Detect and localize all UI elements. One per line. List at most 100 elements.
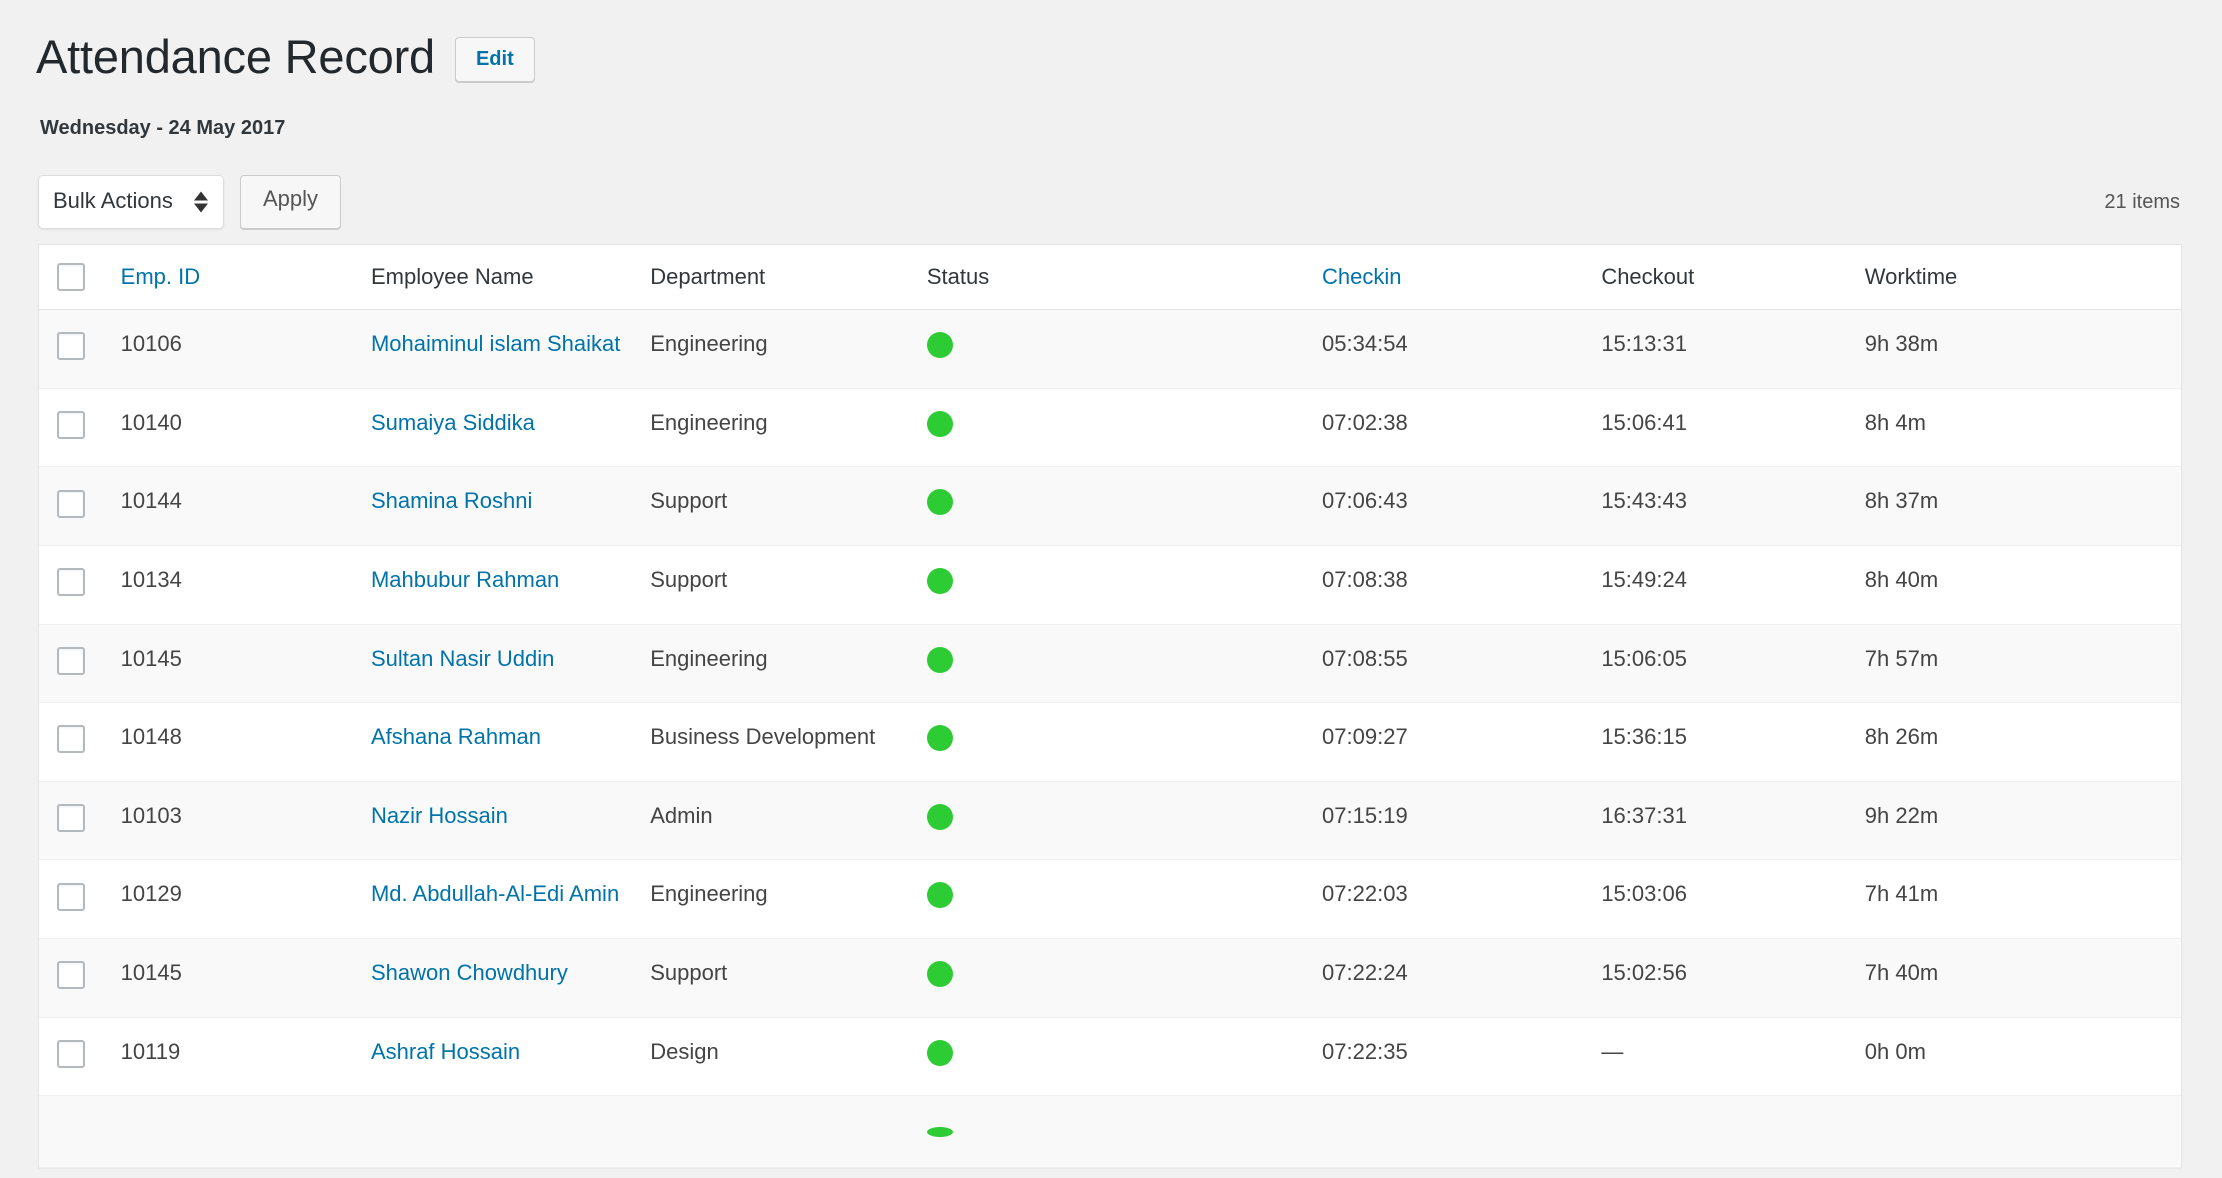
cell-checkout: 15:49:24 [1601, 545, 1865, 625]
cell-department: Support [650, 938, 927, 1018]
row-select-cell [39, 309, 121, 389]
cell-department: Design [650, 1017, 927, 1097]
cell-checkout: — [1601, 1017, 1865, 1097]
row-checkbox[interactable] [57, 961, 85, 990]
cell-department: Admin [650, 781, 927, 861]
cell-employee-name: Mohaiminul islam Shaikat [370, 309, 651, 389]
cell-department: Engineering [650, 309, 927, 389]
cell-worktime: 9h 38m [1864, 309, 2181, 389]
column-header-emp-id[interactable]: Emp. ID [120, 245, 371, 311]
cell-status [926, 938, 1323, 1018]
cell-checkout: 15:36:15 [1601, 702, 1865, 782]
column-header-checkout: Checkout [1601, 245, 1865, 311]
cell-checkout: 16:37:31 [1601, 781, 1865, 861]
status-present-icon [926, 332, 953, 359]
row-checkbox[interactable] [57, 411, 85, 440]
cell-emp-id: 10140 [120, 388, 371, 468]
cell-worktime: 8h 26m [1864, 702, 2181, 782]
cell-emp-id: 10103 [120, 781, 371, 861]
cell-worktime: 7h 40m [1864, 938, 2181, 1018]
cell-status [926, 781, 1323, 861]
cell-checkin: 07:22:35 [1322, 1017, 1602, 1097]
table-row: 10103 Nazir Hossain Admin 07:15:19 16:37:31 9… [39, 781, 2181, 861]
row-checkbox[interactable] [57, 646, 85, 675]
cell-department: Support [650, 545, 927, 625]
cell-department: Support [650, 466, 927, 547]
status-present-icon [926, 410, 953, 437]
cell-clipped [370, 1095, 651, 1168]
cell-employee-name: Shawon Chowdhury [370, 938, 651, 1018]
cell-checkout: 15:43:43 [1601, 466, 1865, 547]
cell-employee-name: Ashraf Hossain [370, 1017, 651, 1097]
table-row: 10140 Sumaiya Siddika Engineering 07:02:38 1… [39, 388, 2181, 468]
row-checkbox[interactable] [57, 332, 85, 361]
employee-name-link[interactable]: Shamina Roshni [371, 488, 532, 513]
cell-checkin: 07:22:24 [1322, 938, 1602, 1018]
cell-department: Engineering [650, 388, 927, 468]
cell-worktime: 9h 22m [1864, 781, 2181, 861]
status-present-icon [926, 725, 953, 752]
cell-checkin: 07:02:38 [1322, 388, 1602, 468]
table-body: 10106 Mohaiminul islam Shaikat Engineering… [39, 309, 2181, 1168]
cell-checkin: 07:15:19 [1322, 781, 1602, 861]
row-checkbox[interactable] [57, 489, 85, 518]
table-row: 10129 Md. Abdullah-Al-Edi Amin Engineering… [39, 859, 2181, 940]
row-select-cell [39, 624, 121, 704]
employee-name-link[interactable]: Mahbubur Rahman [371, 567, 559, 592]
cell-emp-id: 10145 [120, 624, 371, 704]
employee-name-link[interactable]: Md. Abdullah-Al-Edi Amin [371, 881, 619, 906]
cell-status [926, 702, 1323, 782]
cell-worktime: 8h 37m [1864, 466, 2181, 547]
employee-name-link[interactable]: Mohaiminul islam Shaikat [371, 331, 620, 356]
cell-status [926, 624, 1323, 704]
cell-emp-id: 10148 [120, 702, 371, 782]
employee-name-link[interactable]: Afshana Rahman [371, 724, 541, 749]
page-header: Attendance Record Edit [0, 0, 2222, 87]
column-header-checkin[interactable]: Checkin [1322, 245, 1602, 311]
column-header-employee-name: Employee Name [370, 245, 651, 311]
sort-link-emp-id[interactable]: Emp. ID [121, 264, 200, 289]
cell-clipped [120, 1095, 371, 1168]
cell-employee-name: Sultan Nasir Uddin [370, 624, 651, 704]
row-checkbox[interactable] [57, 568, 85, 597]
employee-name-link[interactable]: Sultan Nasir Uddin [371, 646, 554, 671]
cell-status [926, 309, 1323, 389]
cell-worktime: 7h 57m [1864, 624, 2181, 704]
row-checkbox[interactable] [57, 882, 85, 911]
cell-status [926, 388, 1323, 468]
employee-name-link[interactable]: Sumaiya Siddika [371, 410, 535, 435]
select-all-checkbox[interactable] [57, 263, 85, 292]
sort-link-checkin[interactable]: Checkin [1322, 264, 1401, 289]
cell-employee-name: Afshana Rahman [370, 702, 651, 782]
cell-employee-name: Mahbubur Rahman [370, 545, 651, 625]
cell-checkout: 15:02:56 [1601, 938, 1865, 1018]
employee-name-link[interactable]: Shawon Chowdhury [371, 960, 568, 985]
table-header-row: Emp. ID Employee Name Department Status … [39, 245, 2181, 311]
employee-name-link[interactable]: Nazir Hossain [371, 803, 508, 828]
cell-employee-name: Shamina Roshni [370, 466, 651, 547]
column-header-department: Department [650, 245, 927, 311]
apply-button[interactable]: Apply [240, 175, 342, 230]
status-present-icon [926, 1039, 953, 1066]
row-checkbox[interactable] [57, 1039, 85, 1068]
status-present-icon [926, 568, 953, 595]
cell-emp-id: 10134 [120, 545, 371, 625]
cell-employee-name: Md. Abdullah-Al-Edi Amin [370, 859, 651, 940]
cell-emp-id: 10129 [120, 859, 371, 940]
attendance-table: Emp. ID Employee Name Department Status … [39, 245, 2181, 1168]
cell-department: Engineering [650, 624, 927, 704]
bulk-actions-select[interactable]: Bulk Actions [38, 175, 224, 230]
row-select-cell [39, 859, 121, 940]
row-checkbox[interactable] [57, 804, 85, 833]
row-select-cell [39, 466, 121, 547]
status-present-icon [926, 1127, 953, 1138]
edit-button[interactable]: Edit [454, 37, 535, 83]
employee-name-link[interactable]: Ashraf Hossain [371, 1039, 520, 1064]
cell-checkin: 07:22:03 [1322, 859, 1602, 940]
cell-status [926, 1017, 1323, 1097]
row-checkbox[interactable] [57, 725, 85, 754]
cell-emp-id: 10106 [120, 309, 371, 389]
status-present-icon [926, 961, 953, 988]
cell-checkin: 07:06:43 [1322, 466, 1602, 547]
items-count: 21 items [2104, 190, 2180, 213]
